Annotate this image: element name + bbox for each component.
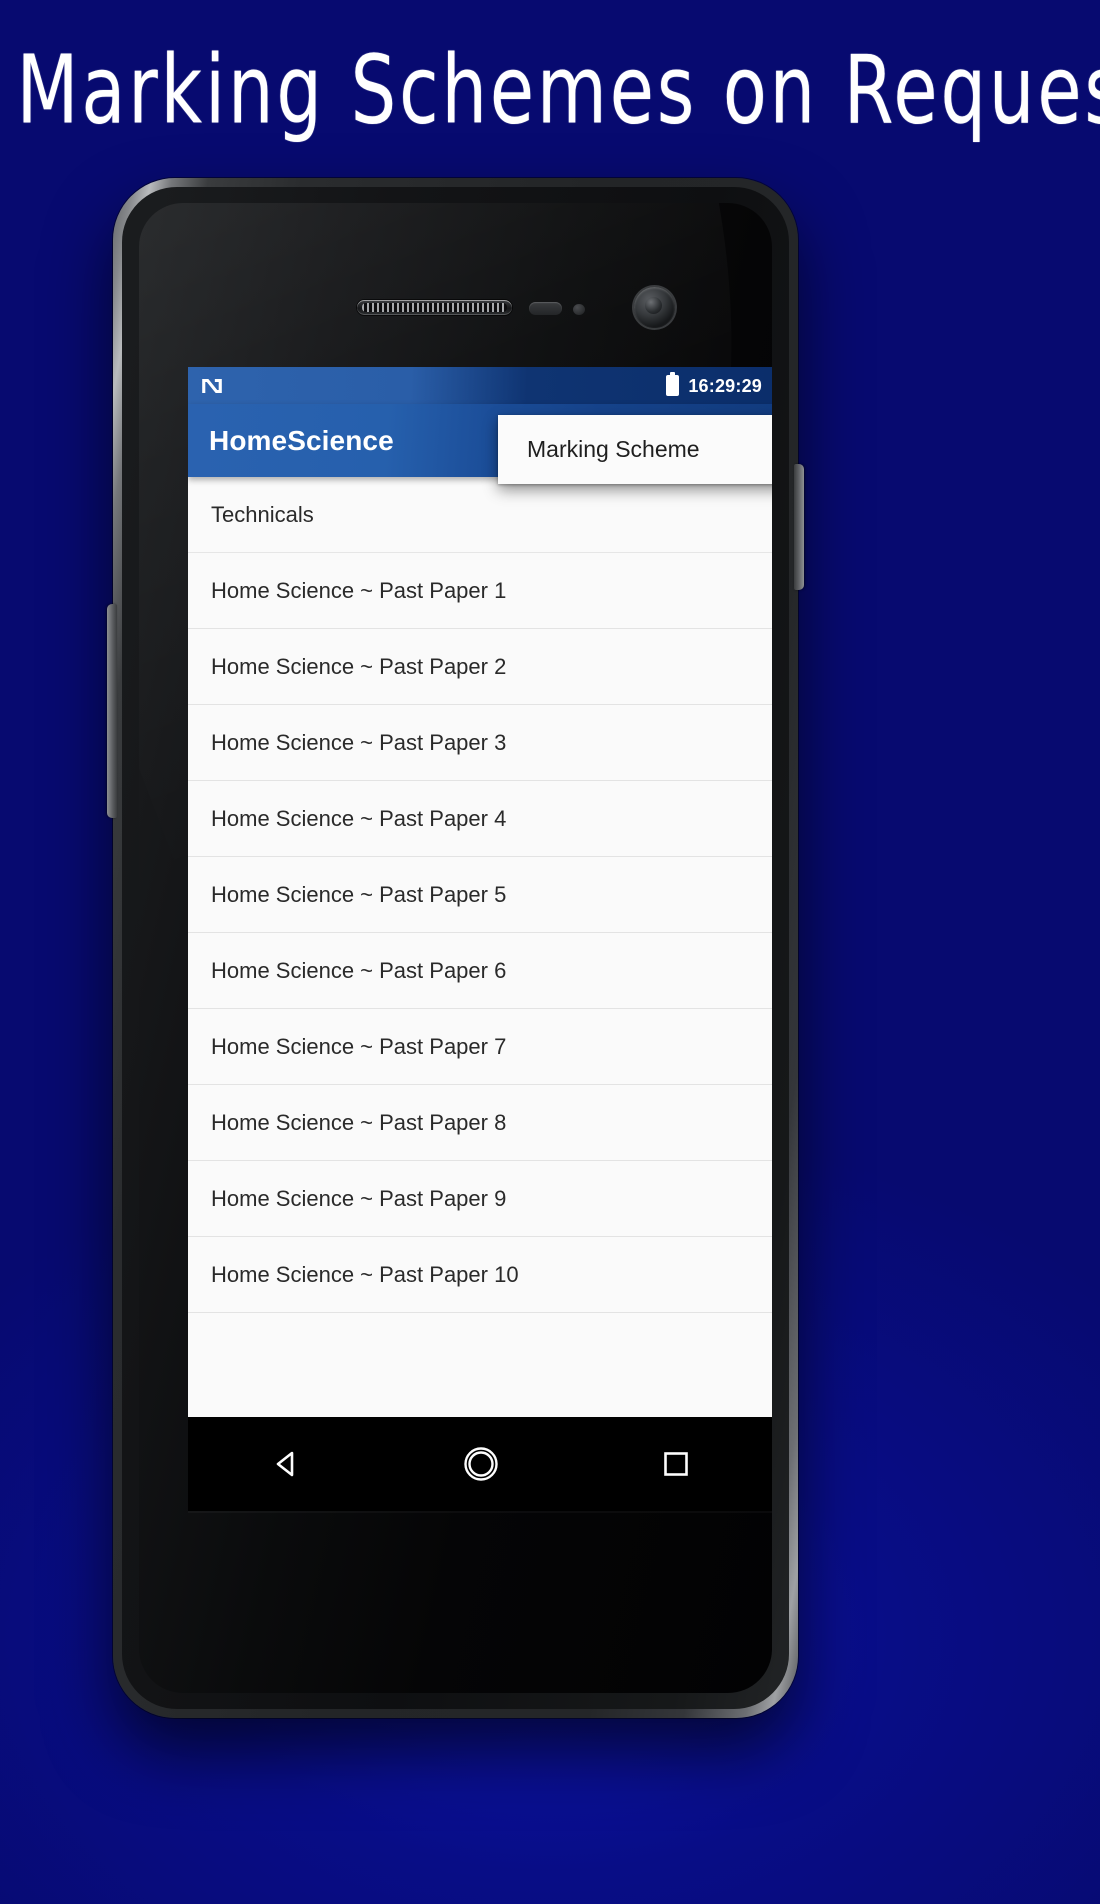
list-item-past-paper-6[interactable]: Home Science ~ Past Paper 6 (188, 933, 772, 1009)
list-item-past-paper-10[interactable]: Home Science ~ Past Paper 10 (188, 1237, 772, 1313)
list-item-past-paper-8[interactable]: Home Science ~ Past Paper 8 (188, 1085, 772, 1161)
phone-device: 16:29:29 HomeScience Marking Scheme Tech… (107, 178, 804, 1718)
status-bar: 16:29:29 (188, 367, 772, 404)
promo-stage: Marking Schemes on Request 16:29:29 Home… (0, 0, 1100, 1904)
back-triangle-icon (276, 1451, 293, 1477)
list-item-past-paper-1[interactable]: Home Science ~ Past Paper 1 (188, 553, 772, 629)
list-item-past-paper-5[interactable]: Home Science ~ Past Paper 5 (188, 857, 772, 933)
paper-list[interactable]: Technicals Home Science ~ Past Paper 1 H… (188, 477, 772, 1417)
earpiece-speaker (357, 300, 512, 315)
proximity-sensor (529, 302, 562, 315)
menu-item-marking-scheme[interactable]: Marking Scheme (498, 415, 772, 484)
app-notification-icon (202, 378, 222, 393)
phone-bezel: 16:29:29 HomeScience Marking Scheme Tech… (122, 187, 789, 1709)
list-item-past-paper-3[interactable]: Home Science ~ Past Paper 3 (188, 705, 772, 781)
list-item-past-paper-9[interactable]: Home Science ~ Past Paper 9 (188, 1161, 772, 1237)
recents-button[interactable] (636, 1417, 716, 1511)
list-item-technicals[interactable]: Technicals (188, 477, 772, 553)
ambient-light-sensor (573, 304, 585, 315)
page-title: HomeScience (209, 424, 394, 456)
home-button[interactable] (441, 1417, 521, 1511)
back-button[interactable] (246, 1417, 326, 1511)
list-item-past-paper-7[interactable]: Home Science ~ Past Paper 7 (188, 1009, 772, 1085)
list-empty-area (188, 1313, 772, 1417)
navigation-bar (188, 1417, 772, 1511)
screen-chin-divider (188, 1511, 772, 1513)
power-button[interactable] (794, 464, 804, 590)
recents-square-icon (663, 1452, 688, 1476)
promo-headline: Marking Schemes on Request (16, 35, 1100, 146)
status-bar-clock: 16:29:29 (688, 375, 762, 396)
list-item-past-paper-2[interactable]: Home Science ~ Past Paper 2 (188, 629, 772, 705)
home-circle-icon (463, 1447, 498, 1481)
battery-icon (666, 372, 680, 396)
action-bar: HomeScience Marking Scheme (188, 404, 772, 484)
phone-screen: 16:29:29 HomeScience Marking Scheme Tech… (188, 367, 772, 1417)
front-camera (634, 287, 675, 328)
overflow-menu-popup: Marking Scheme (498, 415, 772, 484)
volume-rocker[interactable] (107, 604, 117, 818)
phone-glass-panel: 16:29:29 HomeScience Marking Scheme Tech… (139, 203, 772, 1693)
list-item-past-paper-4[interactable]: Home Science ~ Past Paper 4 (188, 781, 772, 857)
